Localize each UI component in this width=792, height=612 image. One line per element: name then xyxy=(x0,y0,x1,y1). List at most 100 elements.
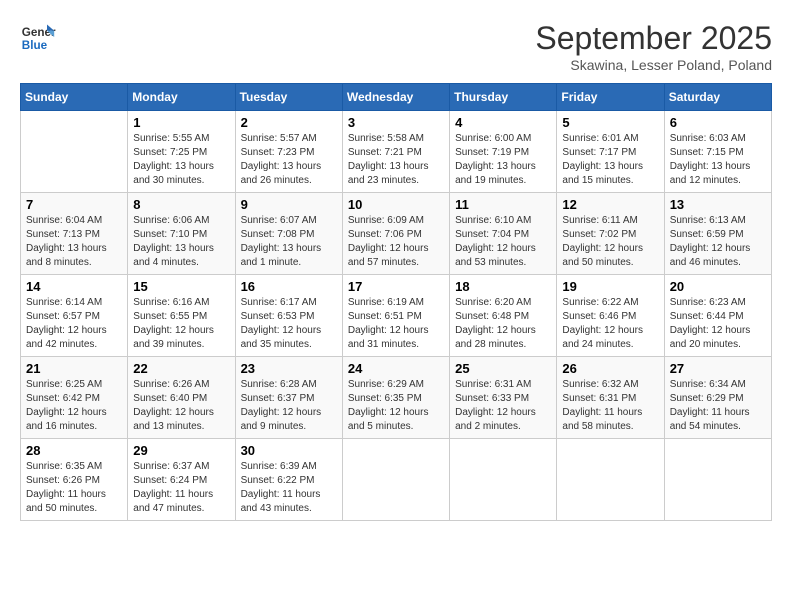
day-cell xyxy=(557,439,664,521)
logo-icon: General Blue xyxy=(20,20,56,56)
day-cell: 30Sunrise: 6:39 AM Sunset: 6:22 PM Dayli… xyxy=(235,439,342,521)
day-cell: 1Sunrise: 5:55 AM Sunset: 7:25 PM Daylig… xyxy=(128,111,235,193)
calendar-table: SundayMondayTuesdayWednesdayThursdayFrid… xyxy=(20,83,772,521)
day-cell: 18Sunrise: 6:20 AM Sunset: 6:48 PM Dayli… xyxy=(450,275,557,357)
day-number: 3 xyxy=(348,115,444,130)
day-number: 6 xyxy=(670,115,766,130)
day-info: Sunrise: 6:26 AM Sunset: 6:40 PM Dayligh… xyxy=(133,378,229,434)
day-number: 28 xyxy=(26,443,122,458)
day-info: Sunrise: 6:25 AM Sunset: 6:42 PM Dayligh… xyxy=(26,378,122,434)
day-number: 19 xyxy=(562,279,658,294)
day-number: 11 xyxy=(455,197,551,212)
day-cell xyxy=(21,111,128,193)
day-info: Sunrise: 6:09 AM Sunset: 7:06 PM Dayligh… xyxy=(348,214,444,270)
day-number: 21 xyxy=(26,361,122,376)
header-row: SundayMondayTuesdayWednesdayThursdayFrid… xyxy=(21,84,772,111)
day-cell: 26Sunrise: 6:32 AM Sunset: 6:31 PM Dayli… xyxy=(557,357,664,439)
day-cell xyxy=(664,439,771,521)
day-number: 9 xyxy=(241,197,337,212)
day-number: 16 xyxy=(241,279,337,294)
day-number: 12 xyxy=(562,197,658,212)
day-cell: 28 Sunrise: 6:35 AM Sunset: 6:26 PM Dayli… xyxy=(21,439,128,521)
day-number: 25 xyxy=(455,361,551,376)
day-number: 8 xyxy=(133,197,229,212)
day-info: Sunrise: 5:58 AM Sunset: 7:21 PM Dayligh… xyxy=(348,132,444,188)
day-cell: 27Sunrise: 6:34 AM Sunset: 6:29 PM Dayli… xyxy=(664,357,771,439)
day-cell: 13 Sunrise: 6:13 AM Sunset: 6:59 PM Dayli… xyxy=(664,193,771,275)
day-number: 20 xyxy=(670,279,766,294)
day-info: Sunrise: 6:03 AM Sunset: 7:15 PM Dayligh… xyxy=(670,132,766,188)
column-header-monday: Monday xyxy=(128,84,235,111)
day-number: 5 xyxy=(562,115,658,130)
day-cell: 17 Sunrise: 6:19 AM Sunset: 6:51 PM Dayli… xyxy=(342,275,449,357)
day-info: Sunrise: 6:10 AM Sunset: 7:04 PM Dayligh… xyxy=(455,214,551,270)
day-cell: 4 Sunrise: 6:00 AM Sunset: 7:19 PM Daylig… xyxy=(450,111,557,193)
week-row-1: 1Sunrise: 5:55 AM Sunset: 7:25 PM Daylig… xyxy=(21,111,772,193)
column-header-friday: Friday xyxy=(557,84,664,111)
week-row-5: 28 Sunrise: 6:35 AM Sunset: 6:26 PM Dayli… xyxy=(21,439,772,521)
day-info: Sunrise: 6:13 AM Sunset: 6:59 PM Dayligh… xyxy=(670,214,766,270)
day-info: Sunrise: 6:28 AM Sunset: 6:37 PM Dayligh… xyxy=(241,378,337,434)
svg-text:Blue: Blue xyxy=(22,39,48,52)
day-info: Sunrise: 6:31 AM Sunset: 6:33 PM Dayligh… xyxy=(455,378,551,434)
day-cell: 23 Sunrise: 6:28 AM Sunset: 6:37 PM Dayli… xyxy=(235,357,342,439)
day-info: Sunrise: 6:37 AM Sunset: 6:24 PM Dayligh… xyxy=(133,460,229,516)
day-info: Sunrise: 6:34 AM Sunset: 6:29 PM Dayligh… xyxy=(670,378,766,434)
column-header-thursday: Thursday xyxy=(450,84,557,111)
day-cell: 7Sunrise: 6:04 AM Sunset: 7:13 PM Daylig… xyxy=(21,193,128,275)
day-number: 2 xyxy=(241,115,337,130)
day-cell: 29 Sunrise: 6:37 AM Sunset: 6:24 PM Dayli… xyxy=(128,439,235,521)
day-number: 14 xyxy=(26,279,122,294)
day-info: Sunrise: 5:57 AM Sunset: 7:23 PM Dayligh… xyxy=(241,132,337,188)
day-cell: 5 Sunrise: 6:01 AM Sunset: 7:17 PM Daylig… xyxy=(557,111,664,193)
day-cell xyxy=(450,439,557,521)
day-cell: 10 Sunrise: 6:09 AM Sunset: 7:06 PM Dayli… xyxy=(342,193,449,275)
column-header-tuesday: Tuesday xyxy=(235,84,342,111)
day-number: 17 xyxy=(348,279,444,294)
day-info: Sunrise: 6:01 AM Sunset: 7:17 PM Dayligh… xyxy=(562,132,658,188)
day-info: Sunrise: 6:00 AM Sunset: 7:19 PM Dayligh… xyxy=(455,132,551,188)
location-title: Skawina, Lesser Poland, Poland xyxy=(535,57,772,73)
page-header: General Blue September 2025 Skawina, Les… xyxy=(20,20,772,73)
day-info: Sunrise: 6:11 AM Sunset: 7:02 PM Dayligh… xyxy=(562,214,658,270)
week-row-2: 7Sunrise: 6:04 AM Sunset: 7:13 PM Daylig… xyxy=(21,193,772,275)
day-info: Sunrise: 6:29 AM Sunset: 6:35 PM Dayligh… xyxy=(348,378,444,434)
day-info: Sunrise: 6:39 AM Sunset: 6:22 PM Dayligh… xyxy=(241,460,337,516)
day-cell: 14 Sunrise: 6:14 AM Sunset: 6:57 PM Dayli… xyxy=(21,275,128,357)
day-number: 24 xyxy=(348,361,444,376)
day-info: Sunrise: 6:14 AM Sunset: 6:57 PM Dayligh… xyxy=(26,296,122,352)
day-cell xyxy=(342,439,449,521)
day-number: 22 xyxy=(133,361,229,376)
day-number: 15 xyxy=(133,279,229,294)
day-number: 10 xyxy=(348,197,444,212)
day-info: Sunrise: 6:19 AM Sunset: 6:51 PM Dayligh… xyxy=(348,296,444,352)
day-cell: 16 Sunrise: 6:17 AM Sunset: 6:53 PM Dayli… xyxy=(235,275,342,357)
day-number: 23 xyxy=(241,361,337,376)
day-info: Sunrise: 5:55 AM Sunset: 7:25 PM Dayligh… xyxy=(133,132,229,188)
day-info: Sunrise: 6:04 AM Sunset: 7:13 PM Dayligh… xyxy=(26,214,122,270)
day-number: 13 xyxy=(670,197,766,212)
day-cell: 11 Sunrise: 6:10 AM Sunset: 7:04 PM Dayli… xyxy=(450,193,557,275)
day-info: Sunrise: 6:23 AM Sunset: 6:44 PM Dayligh… xyxy=(670,296,766,352)
day-cell: 22 Sunrise: 6:26 AM Sunset: 6:40 PM Dayli… xyxy=(128,357,235,439)
column-header-wednesday: Wednesday xyxy=(342,84,449,111)
column-header-sunday: Sunday xyxy=(21,84,128,111)
day-info: Sunrise: 6:06 AM Sunset: 7:10 PM Dayligh… xyxy=(133,214,229,270)
day-cell: 25 Sunrise: 6:31 AM Sunset: 6:33 PM Dayli… xyxy=(450,357,557,439)
day-info: Sunrise: 6:17 AM Sunset: 6:53 PM Dayligh… xyxy=(241,296,337,352)
day-info: Sunrise: 6:07 AM Sunset: 7:08 PM Dayligh… xyxy=(241,214,337,270)
day-cell: 21 Sunrise: 6:25 AM Sunset: 6:42 PM Dayli… xyxy=(21,357,128,439)
day-number: 26 xyxy=(562,361,658,376)
day-info: Sunrise: 6:16 AM Sunset: 6:55 PM Dayligh… xyxy=(133,296,229,352)
day-cell: 15 Sunrise: 6:16 AM Sunset: 6:55 PM Dayli… xyxy=(128,275,235,357)
column-header-saturday: Saturday xyxy=(664,84,771,111)
week-row-4: 21 Sunrise: 6:25 AM Sunset: 6:42 PM Dayli… xyxy=(21,357,772,439)
logo: General Blue xyxy=(20,20,56,56)
day-number: 4 xyxy=(455,115,551,130)
day-cell: 20 Sunrise: 6:23 AM Sunset: 6:44 PM Dayli… xyxy=(664,275,771,357)
day-number: 29 xyxy=(133,443,229,458)
day-info: Sunrise: 6:35 AM Sunset: 6:26 PM Dayligh… xyxy=(26,460,122,516)
day-cell: 3 Sunrise: 5:58 AM Sunset: 7:21 PM Daylig… xyxy=(342,111,449,193)
title-area: September 2025 Skawina, Lesser Poland, P… xyxy=(535,20,772,73)
week-row-3: 14 Sunrise: 6:14 AM Sunset: 6:57 PM Dayli… xyxy=(21,275,772,357)
